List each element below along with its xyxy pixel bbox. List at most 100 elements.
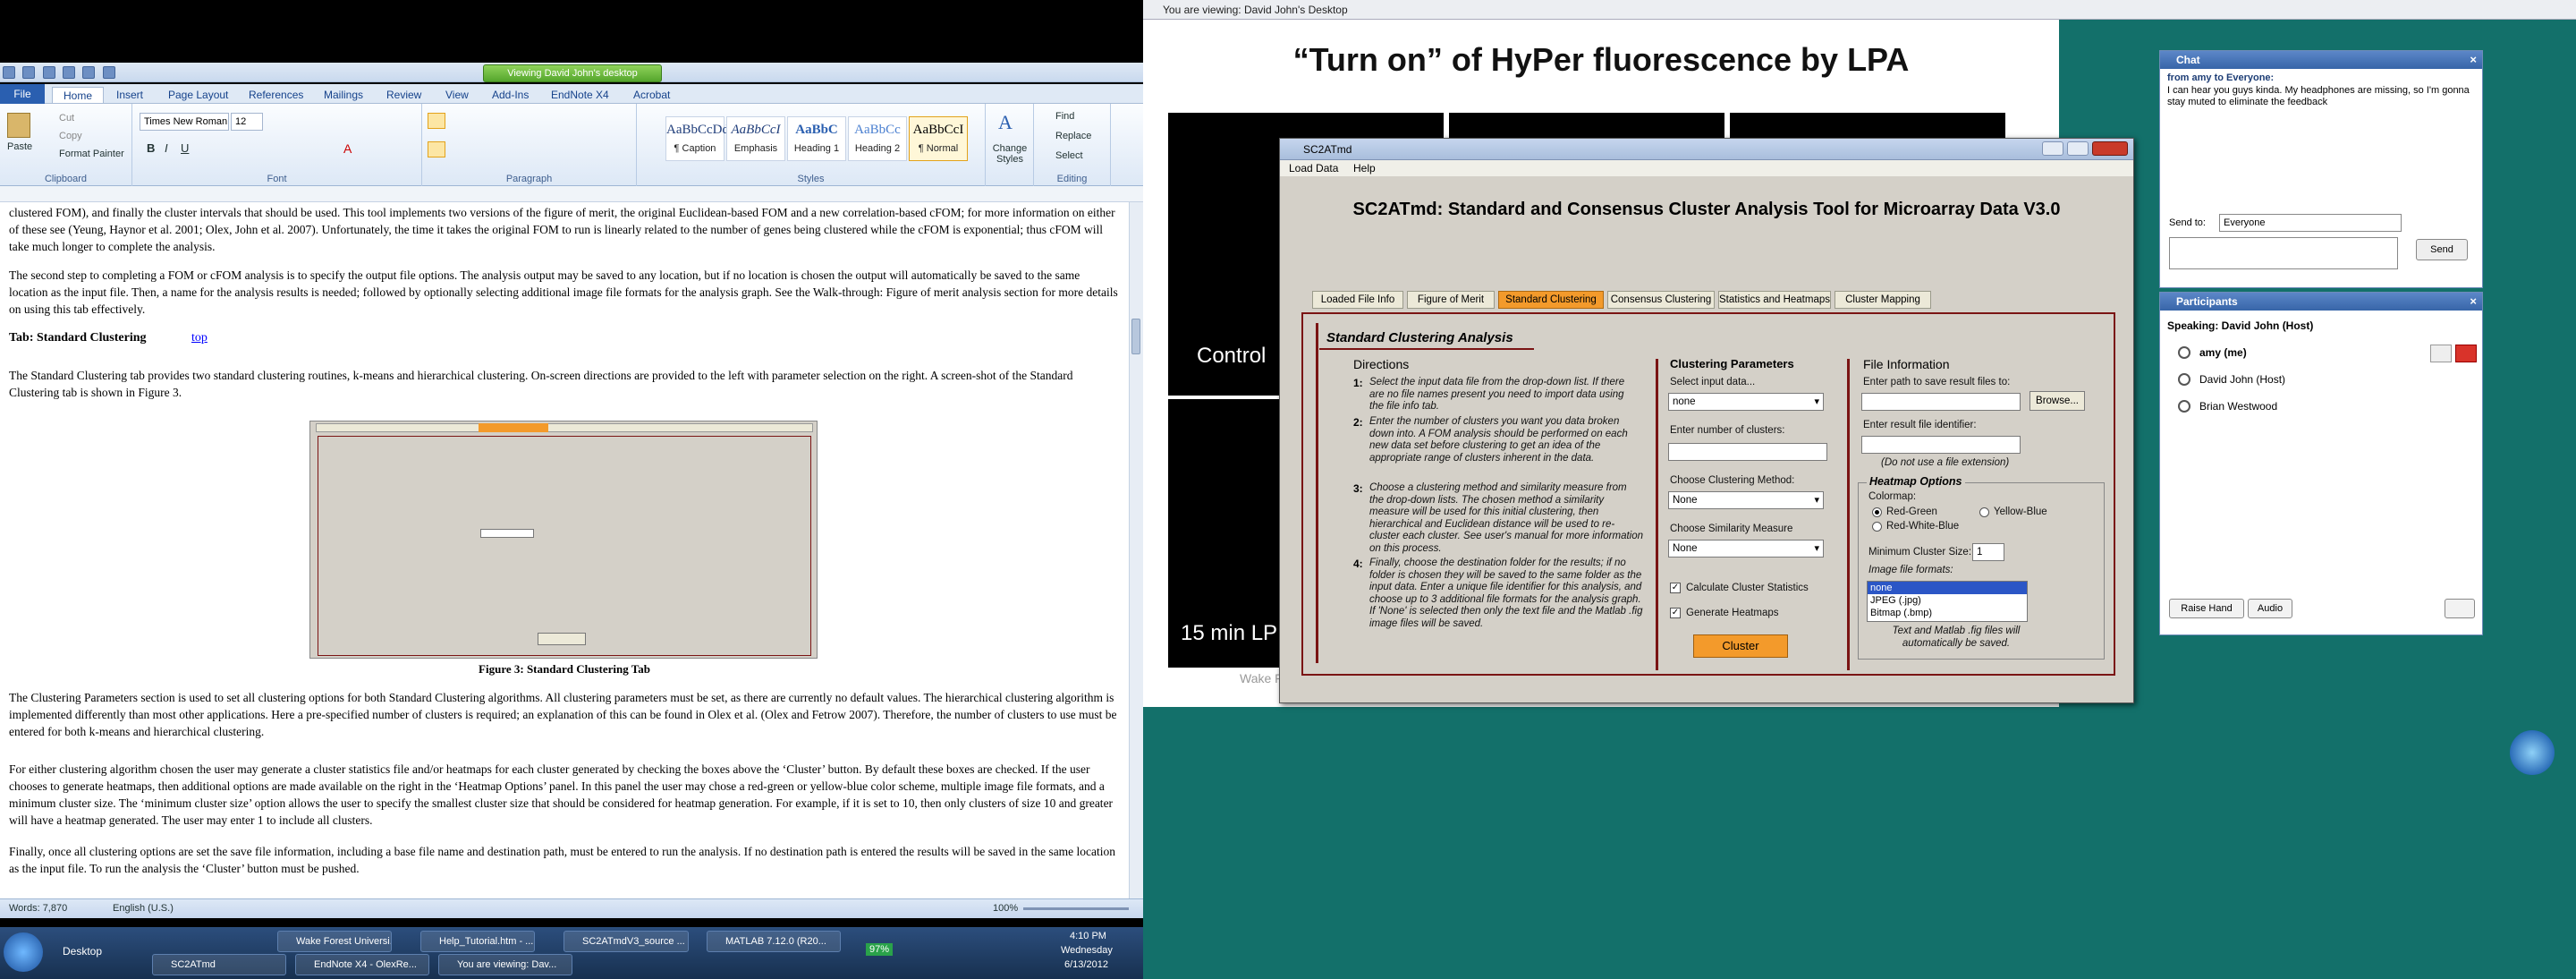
tab-file[interactable]: File	[0, 84, 45, 104]
raise-hand-button[interactable]: Raise Hand	[2169, 599, 2244, 618]
style-emphasis[interactable]: AaBbCcI Emphasis	[726, 116, 785, 161]
format-painter-button[interactable]: Format Painter	[59, 149, 124, 159]
identifier-input[interactable]	[1861, 436, 2021, 454]
num-clusters-input[interactable]	[1668, 443, 1827, 461]
tab-figure-of-merit[interactable]: Figure of Merit	[1407, 291, 1495, 309]
style-caption[interactable]: AaBbCcDd ¶ Caption	[665, 116, 729, 161]
paste-button[interactable]: Paste	[7, 141, 32, 152]
menu-load-data[interactable]: Load Data	[1289, 160, 1338, 176]
bold-icon[interactable]: B	[147, 141, 155, 155]
style-heading-2[interactable]: AaBbCc Heading 2	[848, 116, 907, 161]
paste-icon[interactable]	[7, 113, 30, 138]
participant-item[interactable]: David John (Host)	[2199, 373, 2285, 386]
min-cluster-input[interactable]: 1	[1972, 543, 2004, 561]
participant-item[interactable]: Brian Westwood	[2199, 400, 2277, 413]
minimize-icon[interactable]	[2042, 141, 2063, 156]
viewing-badge[interactable]: Viewing David John's desktop	[483, 64, 662, 82]
change-styles-button[interactable]: Change Styles	[987, 143, 1032, 165]
style-heading-1[interactable]: AaBbC Heading 1	[787, 116, 846, 161]
start-button[interactable]	[4, 932, 43, 972]
close-icon[interactable]: ×	[2470, 51, 2477, 69]
tab-loaded-file-info[interactable]: Loaded File Info	[1312, 291, 1403, 309]
scroll-thumb[interactable]	[1131, 319, 1140, 354]
red-green-radio[interactable]	[1872, 507, 1882, 517]
document-page[interactable]: clustered FOM), and finally the cluster …	[0, 202, 1129, 898]
menu-icon[interactable]	[2445, 599, 2475, 618]
send-button[interactable]: Send	[2416, 239, 2468, 260]
tab-statistics-heatmaps[interactable]: Statistics and Heatmaps	[1718, 291, 1831, 309]
spell-icon[interactable]	[102, 66, 115, 79]
align-left-icon[interactable]	[428, 141, 445, 157]
find-button[interactable]: Find	[1055, 111, 1074, 122]
tab-references[interactable]: References	[249, 87, 303, 103]
underline-icon[interactable]: U	[181, 141, 189, 155]
font-name-select[interactable]: Times New Roman	[140, 113, 229, 131]
save-icon[interactable]	[22, 66, 36, 79]
font-color-icon[interactable]: A	[343, 141, 352, 156]
top-link[interactable]: top	[191, 331, 208, 345]
audio-button[interactable]: Audio	[2248, 599, 2292, 618]
select-button[interactable]: Select	[1055, 150, 1083, 161]
taskbar-item[interactable]: Help_Tutorial.htm - ...	[420, 931, 535, 952]
taskbar-item[interactable]: Wake Forest Universi...	[277, 931, 392, 952]
change-styles-icon[interactable]: A	[998, 111, 1020, 136]
image-formats-list[interactable]: none JPEG (.jpg) Bitmap (.bmp)	[1867, 581, 2028, 622]
copy-button[interactable]: Copy	[59, 131, 82, 141]
close-icon[interactable]	[2092, 141, 2128, 156]
taskbar-item[interactable]: SC2ATmdV3_source ...	[564, 931, 689, 952]
tab-insert[interactable]: Insert	[116, 87, 143, 103]
taskbar-item[interactable]: SC2ATmd	[152, 954, 286, 975]
tab-acrobat[interactable]: Acrobat	[633, 87, 670, 103]
method-select[interactable]: None	[1668, 491, 1824, 509]
browse-button[interactable]: Browse...	[2029, 391, 2085, 411]
cluster-button[interactable]: Cluster	[1693, 634, 1788, 658]
desktop-toolbar[interactable]: Desktop	[63, 945, 102, 958]
maximize-icon[interactable]	[2067, 141, 2089, 156]
webcam-icon[interactable]	[2430, 345, 2452, 362]
tab-add-ins[interactable]: Add-Ins	[492, 87, 529, 103]
gen-heatmaps-checkbox[interactable]: ✓	[1670, 608, 1681, 618]
tab-endnote[interactable]: EndNote X4	[551, 87, 609, 103]
taskbar-item[interactable]: MATLAB 7.12.0 (R20...	[707, 931, 841, 952]
send-to-select[interactable]: Everyone	[2219, 214, 2402, 232]
tab-view[interactable]: View	[445, 87, 469, 103]
vertical-scrollbar[interactable]	[1129, 202, 1143, 898]
language[interactable]: English (U.S.)	[113, 903, 174, 914]
replace-button[interactable]: Replace	[1055, 131, 1091, 141]
cut-button[interactable]: Cut	[59, 113, 74, 123]
italic-icon[interactable]: I	[165, 141, 168, 155]
calc-stats-checkbox[interactable]: ✓	[1670, 583, 1681, 593]
tab-review[interactable]: Review	[386, 87, 421, 103]
taskbar-item[interactable]: You are viewing: Dav...	[438, 954, 572, 975]
path-input[interactable]	[1861, 393, 2021, 411]
similarity-select[interactable]: None	[1668, 540, 1824, 558]
tab-consensus-clustering[interactable]: Consensus Clustering	[1607, 291, 1715, 309]
ruler[interactable]	[0, 186, 1143, 202]
close-icon[interactable]: ×	[2470, 293, 2477, 311]
tab-cluster-mapping[interactable]: Cluster Mapping	[1835, 291, 1931, 309]
taskbar-item[interactable]: EndNote X4 - OlexRe...	[295, 954, 429, 975]
tab-mailings[interactable]: Mailings	[324, 87, 363, 103]
clock-time[interactable]: 4:10 PM	[1070, 931, 1106, 941]
format-option[interactable]: JPEG (.jpg)	[1868, 594, 2027, 607]
yellow-blue-radio[interactable]	[1979, 507, 1989, 517]
undo-icon[interactable]	[42, 66, 55, 79]
chat-input[interactable]	[2169, 237, 2398, 269]
menu-help[interactable]: Help	[1353, 160, 1376, 176]
mute-icon[interactable]	[2455, 345, 2477, 362]
tab-home[interactable]: Home	[52, 87, 105, 103]
battery-indicator[interactable]: 97%	[866, 943, 894, 956]
format-option[interactable]: none	[1868, 582, 2027, 594]
zoom-level[interactable]: 100%	[993, 903, 1018, 914]
format-option[interactable]: Bitmap (.bmp)	[1868, 607, 2027, 619]
tab-standard-clustering[interactable]: Standard Clustering	[1498, 291, 1604, 309]
font-size-select[interactable]: 12	[231, 113, 263, 131]
participant-item[interactable]: amy (me)	[2199, 346, 2247, 359]
red-white-blue-radio[interactable]	[1872, 522, 1882, 532]
print-icon[interactable]	[82, 66, 96, 79]
bullets-icon[interactable]	[428, 113, 445, 129]
style-normal[interactable]: AaBbCcI ¶ Normal	[909, 116, 968, 161]
zoom-slider[interactable]	[1023, 907, 1129, 910]
word-count[interactable]: Words: 7,870	[9, 903, 67, 914]
tab-page-layout[interactable]: Page Layout	[168, 87, 228, 103]
